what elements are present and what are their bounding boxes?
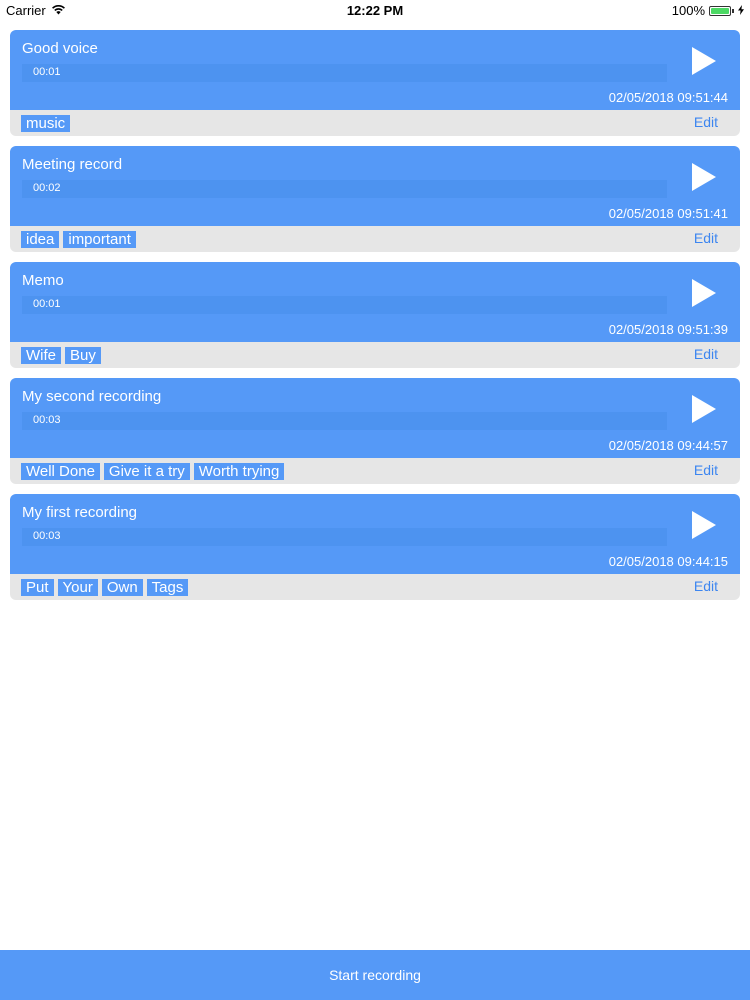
playback-progress-bar[interactable]: 00:01 [22, 296, 667, 314]
play-button[interactable] [690, 46, 718, 76]
play-button[interactable] [690, 394, 718, 424]
edit-tags-button[interactable]: Edit [694, 230, 718, 246]
recording-duration: 00:03 [33, 414, 61, 426]
tag-row: music Edit [10, 110, 740, 136]
tag-row: Put Your Own Tags Edit [10, 574, 740, 600]
recording-title: My first recording [22, 504, 138, 521]
recording-date: 02/05/2018 09:44:15 [608, 554, 728, 569]
play-button[interactable] [690, 162, 718, 192]
tag-chip[interactable]: idea [21, 231, 60, 248]
recording-date: 02/05/2018 09:44:57 [608, 438, 728, 453]
tag-chip[interactable]: Worth trying [193, 463, 285, 480]
recording-card[interactable]: Memo 00:01 02/05/2018 09:51:39 [10, 262, 740, 342]
play-icon [692, 395, 716, 423]
tag-row: Wife Buy Edit [10, 342, 740, 368]
playback-progress-bar[interactable]: 00:03 [22, 528, 667, 546]
recording-date: 02/05/2018 09:51:44 [608, 90, 728, 105]
recording-item: Memo 00:01 02/05/2018 09:51:39 Wife Buy E… [10, 262, 740, 368]
recording-title: My second recording [22, 388, 162, 405]
play-icon [692, 163, 716, 191]
recording-duration: 00:01 [33, 66, 61, 78]
recording-card[interactable]: My second recording 00:03 02/05/2018 09:… [10, 378, 740, 458]
recording-item: My first recording 00:03 02/05/2018 09:4… [10, 494, 740, 600]
tag-chip[interactable]: Tags [146, 579, 189, 596]
battery-tip [732, 8, 734, 13]
status-bar: Carrier 12:22 PM 100% [0, 0, 750, 20]
recording-item: My second recording 00:03 02/05/2018 09:… [10, 378, 740, 484]
recording-item: Good voice 00:01 02/05/2018 09:51:44 mus… [10, 30, 740, 136]
status-time: 12:22 PM [346, 3, 404, 18]
tag-chip[interactable]: Give it a try [103, 463, 190, 480]
playback-progress-bar[interactable]: 00:02 [22, 180, 667, 198]
tag-list: Put Your Own Tags [21, 579, 189, 596]
charging-icon [738, 3, 744, 18]
edit-tags-button[interactable]: Edit [694, 462, 718, 478]
tag-chip[interactable]: music [21, 115, 71, 132]
tag-list: Well Done Give it a try Worth trying [21, 463, 285, 480]
recording-title: Good voice [22, 40, 98, 57]
recording-duration: 00:01 [33, 298, 61, 310]
recording-list: Good voice 00:01 02/05/2018 09:51:44 mus… [10, 30, 740, 610]
start-recording-button[interactable]: Start recording [0, 950, 750, 1000]
tag-chip[interactable]: Well Done [21, 463, 100, 480]
recording-card[interactable]: Meeting record 00:02 02/05/2018 09:51:41 [10, 146, 740, 226]
recording-card[interactable]: Good voice 00:01 02/05/2018 09:51:44 [10, 30, 740, 110]
tag-chip[interactable]: Put [21, 579, 54, 596]
tag-chip[interactable]: Buy [65, 347, 101, 364]
recording-title: Memo [22, 272, 64, 289]
tag-chip[interactable]: Own [101, 579, 143, 596]
battery-percent: 100% [671, 3, 705, 18]
tag-list: music [21, 115, 71, 132]
recording-duration: 00:02 [33, 182, 61, 194]
recording-title: Meeting record [22, 156, 123, 173]
play-button[interactable] [690, 510, 718, 540]
battery-fill [711, 7, 729, 14]
tag-chip[interactable]: Wife [21, 347, 61, 364]
play-icon [692, 47, 716, 75]
tag-list: idea important [21, 231, 136, 248]
tag-row: Well Done Give it a try Worth trying Edit [10, 458, 740, 484]
playback-progress-bar[interactable]: 00:01 [22, 64, 667, 82]
play-icon [692, 279, 716, 307]
recording-card[interactable]: My first recording 00:03 02/05/2018 09:4… [10, 494, 740, 574]
tag-row: idea important Edit [10, 226, 740, 252]
recording-date: 02/05/2018 09:51:41 [608, 206, 728, 221]
tag-chip[interactable]: important [63, 231, 136, 248]
edit-tags-button[interactable]: Edit [694, 578, 718, 594]
edit-tags-button[interactable]: Edit [694, 114, 718, 130]
edit-tags-button[interactable]: Edit [694, 346, 718, 362]
playback-progress-bar[interactable]: 00:03 [22, 412, 667, 430]
recording-duration: 00:03 [33, 530, 61, 542]
tag-list: Wife Buy [21, 347, 101, 364]
recording-item: Meeting record 00:02 02/05/2018 09:51:41… [10, 146, 740, 252]
battery-icon [709, 5, 731, 16]
status-right: 100% [672, 3, 744, 18]
play-icon [692, 511, 716, 539]
recording-date: 02/05/2018 09:51:39 [608, 322, 728, 337]
play-button[interactable] [690, 278, 718, 308]
tag-chip[interactable]: Your [57, 579, 98, 596]
